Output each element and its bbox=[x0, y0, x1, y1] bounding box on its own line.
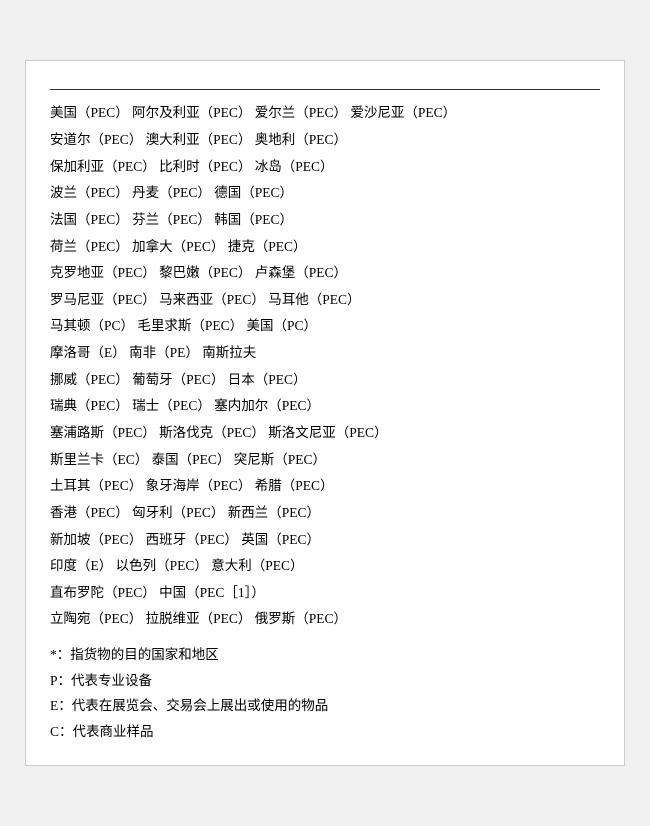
legend-row: *：指货物的目的国家和地区 bbox=[50, 642, 600, 668]
content-row: 立陶宛（PEC） 拉脱维亚（PEC） 俄罗斯（PEC） bbox=[50, 606, 600, 632]
content-row: 瑞典（PEC） 瑞士（PEC） 塞内加尔（PEC） bbox=[50, 393, 600, 419]
content-row: 克罗地亚（PEC） 黎巴嫩（PEC） 卢森堡（PEC） bbox=[50, 260, 600, 286]
content-row: 罗马尼亚（PEC） 马来西亚（PEC） 马耳他（PEC） bbox=[50, 287, 600, 313]
content-row: 印度（E） 以色列（PEC） 意大利（PEC） bbox=[50, 553, 600, 579]
content-row: 直布罗陀（PEC） 中国（PEC［1］） bbox=[50, 580, 600, 606]
main-card: 美国（PEC） 阿尔及利亚（PEC） 爱尔兰（PEC） 爱沙尼亚（PEC）安道尔… bbox=[25, 60, 625, 765]
content-row: 土耳其（PEC） 象牙海岸（PEC） 希腊（PEC） bbox=[50, 473, 600, 499]
legend-row: P：代表专业设备 bbox=[50, 668, 600, 694]
legend-row: E：代表在展览会、交易会上展出或使用的物品 bbox=[50, 693, 600, 719]
content-row: 摩洛哥（E） 南非（PE） 南斯拉夫 bbox=[50, 340, 600, 366]
content-row: 塞浦路斯（PEC） 斯洛伐克（PEC） 斯洛文尼亚（PEC） bbox=[50, 420, 600, 446]
content-row: 法国（PEC） 芬兰（PEC） 韩国（PEC） bbox=[50, 207, 600, 233]
content-row: 挪威（PEC） 葡萄牙（PEC） 日本（PEC） bbox=[50, 367, 600, 393]
content-row: 安道尔（PEC） 澳大利亚（PEC） 奥地利（PEC） bbox=[50, 127, 600, 153]
legend-area: *：指货物的目的国家和地区P：代表专业设备E：代表在展览会、交易会上展出或使用的… bbox=[50, 642, 600, 745]
legend-row: C：代表商业样品 bbox=[50, 719, 600, 745]
divider bbox=[50, 89, 600, 90]
content-row: 新加坡（PEC） 西班牙（PEC） 英国（PEC） bbox=[50, 527, 600, 553]
content-row: 美国（PEC） 阿尔及利亚（PEC） 爱尔兰（PEC） 爱沙尼亚（PEC） bbox=[50, 100, 600, 126]
content-row: 香港（PEC） 匈牙利（PEC） 新西兰（PEC） bbox=[50, 500, 600, 526]
content-row: 马其顿（PC） 毛里求斯（PEC） 美国（PC） bbox=[50, 313, 600, 339]
content-row: 保加利亚（PEC） 比利时（PEC） 冰岛（PEC） bbox=[50, 154, 600, 180]
content-area: 美国（PEC） 阿尔及利亚（PEC） 爱尔兰（PEC） 爱沙尼亚（PEC）安道尔… bbox=[50, 100, 600, 632]
content-row: 斯里兰卡（EC） 泰国（PEC） 突尼斯（PEC） bbox=[50, 447, 600, 473]
content-row: 波兰（PEC） 丹麦（PEC） 德国（PEC） bbox=[50, 180, 600, 206]
content-row: 荷兰（PEC） 加拿大（PEC） 捷克（PEC） bbox=[50, 234, 600, 260]
